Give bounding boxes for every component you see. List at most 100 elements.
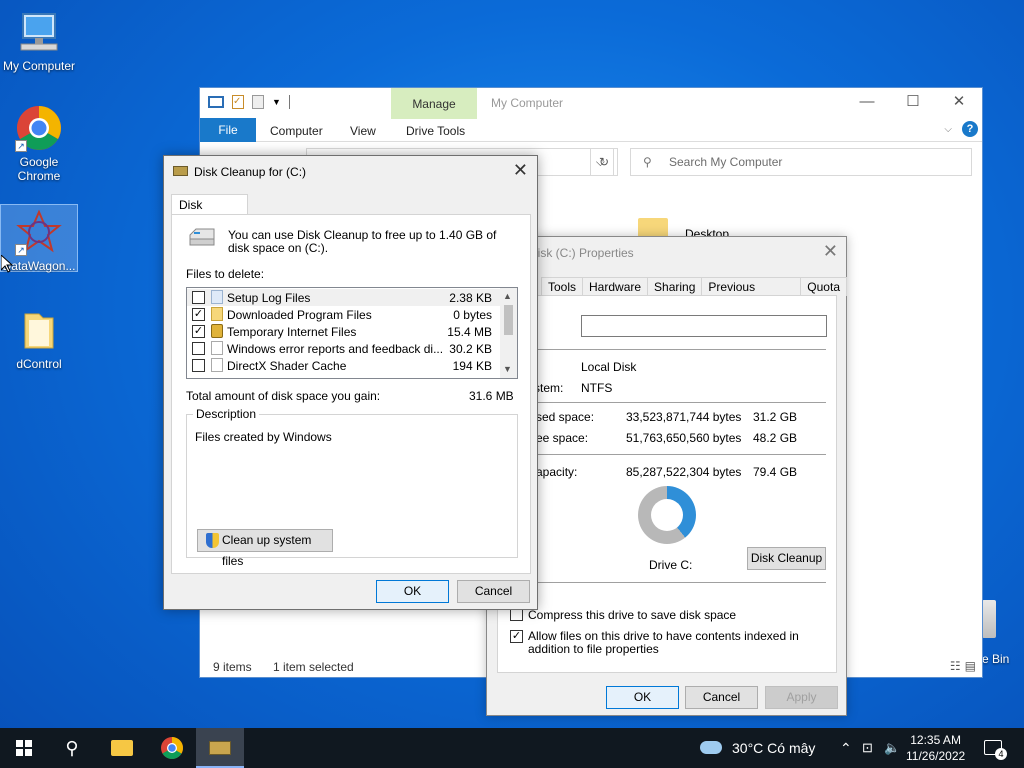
tab-disk-cleanup[interactable]: Disk Cleanup <box>171 194 248 226</box>
computer-small-icon[interactable] <box>208 96 224 108</box>
search-button[interactable]: ⚲ <box>48 728 96 768</box>
chevron-up-icon[interactable]: ⌃ <box>840 740 852 757</box>
view-toggle: ☷ ▤ <box>950 659 976 673</box>
volume-icon[interactable]: 🔈 <box>884 740 900 756</box>
tab-file[interactable]: File <box>200 118 256 142</box>
compress-label[interactable]: Compress this drive to save disk space <box>528 608 736 622</box>
cancel-button[interactable]: Cancel <box>457 580 530 603</box>
file-list-row[interactable]: DirectX Shader Cache 194 KB <box>187 357 502 374</box>
minimize-icon[interactable]: — <box>844 88 890 116</box>
file-size: 2.38 KB <box>449 291 492 305</box>
desktop-icon-dcontrol[interactable]: dControl <box>0 306 78 371</box>
shield-icon <box>206 533 219 548</box>
file-checkbox[interactable]: ✓ <box>192 308 205 321</box>
file-checkbox[interactable]: ✓ <box>192 325 205 338</box>
file-name: DirectX Shader Cache <box>227 359 347 373</box>
network-icon[interactable]: ⊡ <box>862 740 873 756</box>
desktop-icon-label: dControl <box>16 357 62 371</box>
search-icon: ⚲ <box>643 155 652 169</box>
file-checkbox[interactable] <box>192 342 205 355</box>
chevron-down-icon[interactable]: ▼ <box>503 364 512 374</box>
index-label[interactable]: Allow files on this drive to have conten… <box>528 630 828 656</box>
scrollbar-thumb[interactable] <box>504 305 513 335</box>
start-button[interactable] <box>0 728 48 768</box>
file-list-row[interactable]: ✓ Temporary Internet Files 15.4 MB <box>187 323 502 340</box>
search-input[interactable]: ⚲ Search My Computer <box>630 148 972 176</box>
notification-center-icon[interactable]: 4 <box>984 740 1007 760</box>
divider <box>508 402 826 403</box>
lock-icon <box>211 324 223 338</box>
maximize-icon[interactable]: ☐ <box>890 88 936 116</box>
disk-cleanup-button[interactable]: Disk Cleanup <box>747 547 826 570</box>
clean-up-system-files-button[interactable]: Clean up system files <box>197 529 333 568</box>
file-checkbox[interactable] <box>192 291 205 304</box>
capacity-bytes: 85,287,522,304 bytes <box>626 465 742 479</box>
refresh-icon: ↻ <box>598 155 610 169</box>
description-text: Files created by Windows <box>195 430 332 444</box>
chevron-down-icon[interactable]: ⌵ <box>944 124 952 135</box>
chevron-up-icon[interactable]: ▲ <box>503 291 512 301</box>
ok-button[interactable]: OK <box>606 686 679 709</box>
filesystem-label: stem: <box>534 381 564 395</box>
tab-tools[interactable]: Tools <box>541 277 584 296</box>
desktop-icon-google-chrome[interactable]: ↗ Google Chrome <box>0 104 78 183</box>
file-list-row[interactable]: Windows error reports and feedback di...… <box>187 340 502 357</box>
chevron-down-icon[interactable]: ▼ <box>272 97 281 107</box>
tab-sharing[interactable]: Sharing <box>647 277 703 296</box>
tab-hardware[interactable]: Hardware <box>582 277 649 296</box>
tab-drive-tools[interactable]: Drive Tools <box>406 124 465 138</box>
files-to-delete-label: Files to delete: <box>186 267 265 281</box>
file-icon <box>211 290 223 304</box>
tab-previous-versions[interactable]: Previous Versions <box>701 277 802 308</box>
file-name: Downloaded Program Files <box>227 308 372 322</box>
clock-date: 11/26/2022 <box>906 749 966 763</box>
disk-cleanup-icon <box>173 166 188 176</box>
tab-view[interactable]: View <box>350 124 376 138</box>
files-to-delete-list[interactable]: Setup Log Files 2.38 KB ✓ Downloaded Pro… <box>186 287 518 379</box>
drive-label: Drive C: <box>649 558 693 572</box>
capacity-label: apacity: <box>536 465 578 479</box>
folder-icon <box>211 307 223 321</box>
filesystem-value: NTFS <box>581 381 613 395</box>
clock-time: 12:35 AM <box>910 733 961 747</box>
index-checkbox[interactable]: ✓ <box>510 630 523 643</box>
file-list-row[interactable]: ✓ Downloaded Program Files 0 bytes <box>187 306 502 323</box>
desktop-icon-label: Google Chrome <box>17 155 61 183</box>
desktop-icon-recycle-bin[interactable]: e Bin <box>982 600 1024 666</box>
shortcut-arrow-icon: ↗ <box>15 244 27 256</box>
file-list-row[interactable]: Setup Log Files 2.38 KB <box>187 289 502 306</box>
new-folder-icon[interactable] <box>252 95 264 109</box>
file-checkbox[interactable] <box>192 359 205 372</box>
close-icon[interactable]: ✕ <box>936 88 982 116</box>
tab-computer[interactable]: Computer <box>270 124 323 138</box>
list-scrollbar[interactable]: ▲ ▼ <box>500 288 517 378</box>
file-icon <box>211 341 223 355</box>
used-space-gb: 31.2 GB <box>753 410 798 424</box>
chrome-icon <box>161 737 183 759</box>
cancel-button[interactable]: Cancel <box>685 686 758 709</box>
close-icon[interactable]: ✕ <box>823 241 838 262</box>
divider <box>508 454 826 455</box>
details-view-icon[interactable]: ☷ <box>950 659 961 673</box>
weather-text[interactable]: 30°C Có mây <box>732 740 815 756</box>
desktop-icon-my-computer[interactable]: My Computer <box>0 8 78 73</box>
taskbar-disk-cleanup[interactable] <box>196 728 244 768</box>
tab-quota[interactable]: Quota <box>800 277 847 296</box>
taskbar-file-explorer[interactable] <box>98 728 146 768</box>
drive-name-input[interactable] <box>581 315 827 337</box>
properties-icon[interactable]: ✓ <box>232 95 244 109</box>
apply-button[interactable]: Apply <box>765 686 838 709</box>
clock[interactable]: 12:35 AM 11/26/2022 <box>906 732 965 764</box>
type-value: Local Disk <box>581 360 637 374</box>
taskbar-chrome[interactable] <box>148 728 196 768</box>
status-selected-count: 1 item selected <box>273 660 354 674</box>
refresh-button[interactable]: ↻ <box>590 148 618 176</box>
close-icon[interactable]: ✕ <box>513 160 528 181</box>
help-icon[interactable]: ? <box>962 121 978 137</box>
ok-button[interactable]: OK <box>376 580 449 603</box>
tab-manage[interactable]: Manage <box>391 88 477 119</box>
properties-tabs: Tools Hardware Sharing Previous Versions… <box>541 277 847 308</box>
general-tab-panel: Local Disk stem: NTFS sed space: 33,523,… <box>497 295 837 673</box>
notification-count: 4 <box>995 748 1007 760</box>
large-icons-view-icon[interactable]: ▤ <box>965 659 976 673</box>
